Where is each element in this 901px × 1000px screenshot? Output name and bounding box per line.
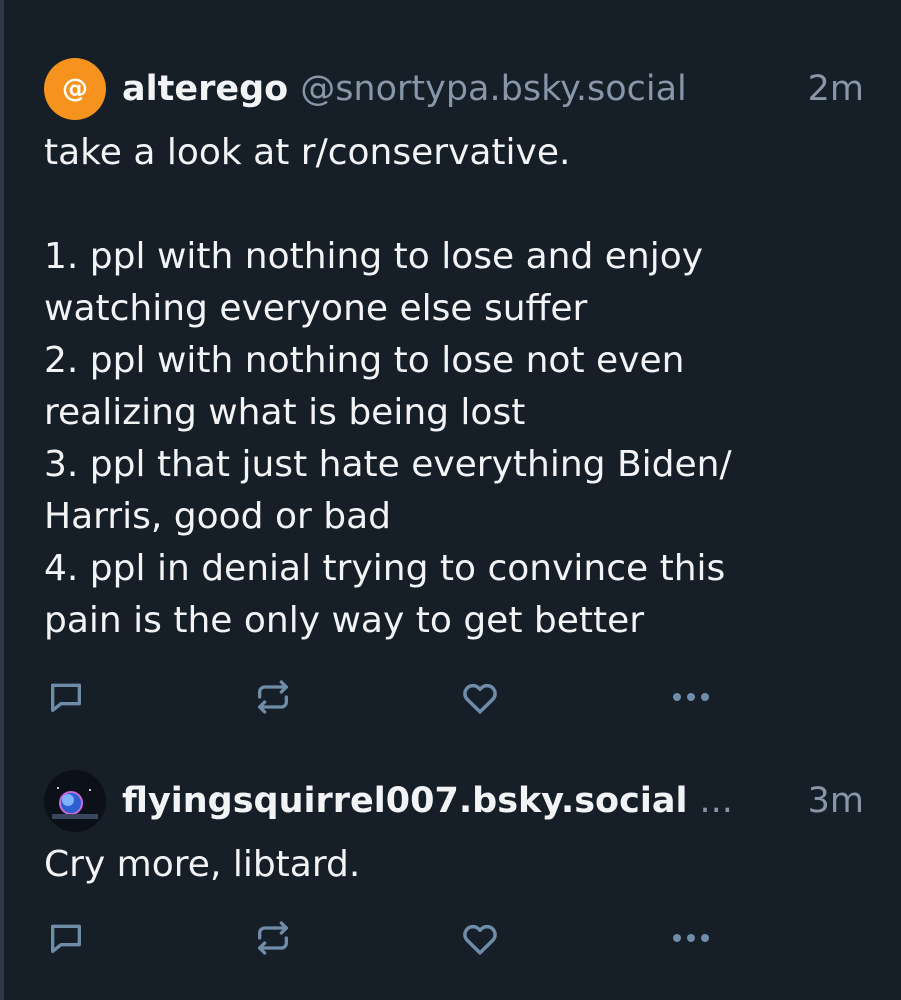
reply-button[interactable]: [41, 913, 91, 963]
user-handle[interactable]: ...: [699, 781, 732, 821]
post-timestamp[interactable]: 2m: [788, 69, 864, 109]
reply-icon: [51, 924, 82, 953]
repost-button[interactable]: [248, 672, 298, 722]
post-actions: [44, 913, 864, 963]
like-icon: [463, 924, 497, 955]
more-button[interactable]: [666, 913, 716, 963]
more-button[interactable]: [666, 672, 716, 722]
avatar-at-icon: @: [62, 74, 88, 104]
avatar[interactable]: @: [44, 58, 106, 120]
like-button[interactable]: [455, 672, 505, 722]
reply-button[interactable]: [41, 672, 91, 722]
post-actions: [44, 672, 864, 722]
like-button[interactable]: [455, 913, 505, 963]
post-text: Cry more, libtard.: [44, 844, 361, 885]
display-name[interactable]: alterego: [122, 69, 288, 109]
repost-icon: [258, 921, 288, 955]
avatar-globe-image: [44, 770, 106, 832]
post-timestamp[interactable]: 3m: [788, 781, 864, 821]
post-text: take a look at r/conservative. 1. ppl wi…: [44, 132, 732, 641]
more-icon: [673, 693, 709, 701]
post-header: @ alterego @snortypa.bsky.social 2m: [44, 57, 864, 121]
post-item[interactable]: @ alterego @snortypa.bsky.social 2m take…: [44, 57, 864, 722]
thread-line: [0, 0, 4, 1000]
reply-icon: [51, 683, 82, 712]
more-icon: [673, 934, 709, 942]
display-name[interactable]: flyingsquirrel007.bsky.social: [122, 781, 687, 821]
like-icon: [463, 683, 497, 714]
post-header: flyingsquirrel007.bsky.social ... 3m: [44, 769, 864, 833]
avatar[interactable]: [44, 770, 106, 832]
post-item[interactable]: flyingsquirrel007.bsky.social ... 3m Cry…: [44, 769, 864, 963]
repost-icon: [258, 680, 288, 714]
repost-button[interactable]: [248, 913, 298, 963]
user-handle[interactable]: @snortypa.bsky.social: [300, 69, 687, 109]
